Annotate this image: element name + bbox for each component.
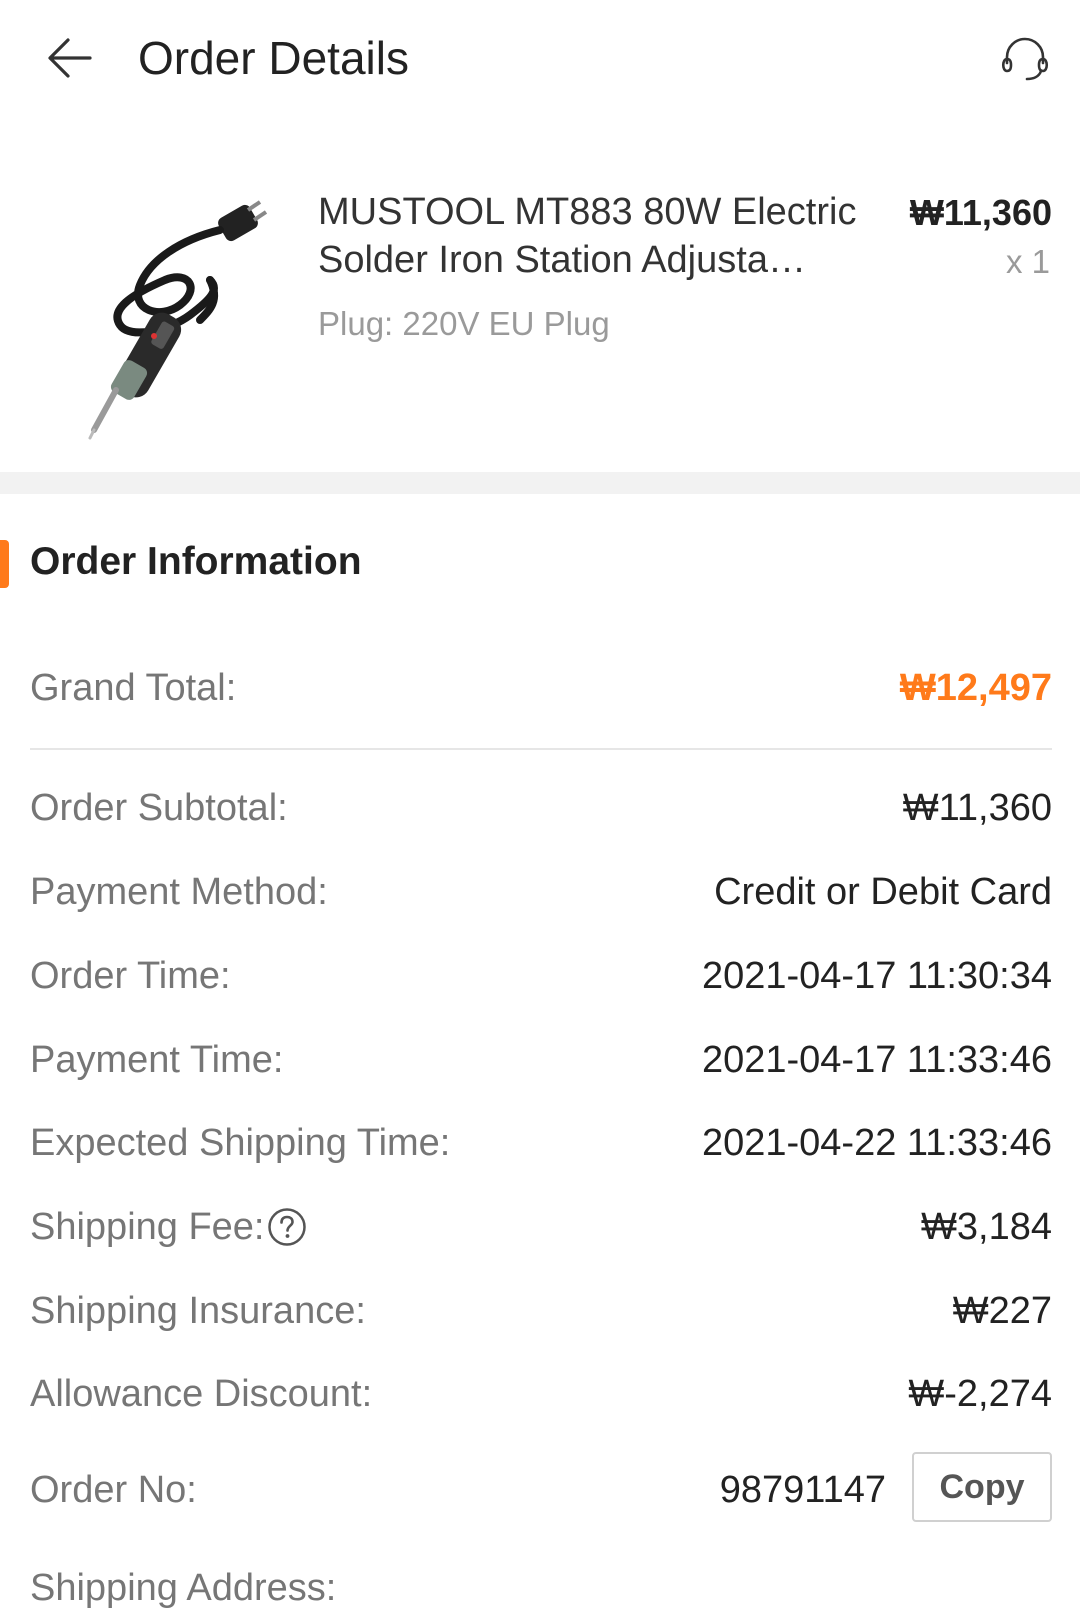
- back-button[interactable]: [40, 30, 100, 86]
- shipping-address-row: Shipping Address:: [30, 1558, 1052, 1618]
- shipping-fee-label: Shipping Fee:: [30, 1206, 265, 1248]
- order-subtotal-value: ₩11,360: [902, 787, 1052, 829]
- grand-total-value: ₩12,497: [899, 667, 1052, 709]
- allowance-discount-row: Allowance Discount: ₩-2,274: [30, 1364, 1052, 1424]
- product-quantity: x 1: [1005, 243, 1050, 280]
- product-name[interactable]: MUSTOOL MT883 80W Electric Solder Iron S…: [318, 188, 858, 284]
- product-image: [70, 190, 270, 440]
- shipping-insurance-row: Shipping Insurance: ₩227: [30, 1281, 1052, 1341]
- product-option: Plug: 220V EU Plug: [318, 305, 610, 342]
- shipping-insurance-value: ₩227: [952, 1290, 1052, 1332]
- payment-method-row: Payment Method: Credit or Debit Card: [30, 862, 1052, 922]
- order-time-row: Order Time: 2021-04-17 11:30:34: [30, 946, 1052, 1006]
- shipping-fee-row: Shipping Fee: ₩3,184: [30, 1197, 1052, 1257]
- grand-total-row: Grand Total: ₩12,497: [30, 658, 1052, 718]
- order-time-label: Order Time:: [30, 955, 231, 997]
- section-title: Order Information: [30, 540, 362, 583]
- order-number-row: Order No: 98791147 Copy: [30, 1452, 1052, 1522]
- expected-shipping-time-value: 2021-04-22 11:33:46: [701, 1122, 1052, 1164]
- product-price: ₩11,360: [909, 192, 1052, 233]
- payment-time-label: Payment Time:: [30, 1039, 284, 1081]
- copy-order-number-button[interactable]: Copy: [912, 1452, 1052, 1522]
- section-accent-bar: [0, 540, 9, 588]
- payment-method-value: Credit or Debit Card: [714, 871, 1052, 913]
- section-divider: [0, 472, 1080, 494]
- shipping-fee-value: ₩3,184: [921, 1206, 1052, 1248]
- shipping-insurance-label: Shipping Insurance:: [30, 1290, 366, 1332]
- order-number-label: Order No:: [30, 1469, 197, 1511]
- product-item[interactable]: MUSTOOL MT883 80W Electric Solder Iron S…: [0, 170, 1080, 470]
- question-circle-icon[interactable]: [267, 1207, 307, 1247]
- order-time-value: 2021-04-17 11:30:34: [701, 955, 1052, 997]
- order-subtotal-label: Order Subtotal:: [30, 787, 288, 829]
- allowance-discount-label: Allowance Discount:: [30, 1373, 373, 1415]
- shipping-address-label: Shipping Address:: [30, 1567, 337, 1609]
- divider: [30, 748, 1052, 750]
- payment-time-row: Payment Time: 2021-04-17 11:33:46: [30, 1030, 1052, 1090]
- page-title: Order Details: [138, 32, 409, 84]
- payment-method-label: Payment Method:: [30, 871, 328, 913]
- arrow-left-icon: [48, 38, 92, 78]
- order-number-value: 98791147: [719, 1469, 886, 1511]
- grand-total-label: Grand Total:: [30, 667, 237, 709]
- customer-service-button[interactable]: [996, 30, 1054, 88]
- shipping-fee-label-wrap: Shipping Fee:: [30, 1197, 307, 1257]
- expected-shipping-time-label: Expected Shipping Time:: [30, 1122, 451, 1164]
- order-subtotal-row: Order Subtotal: ₩11,360: [30, 778, 1052, 838]
- order-details-page: Order Details MUSTOOL MT883 80W Electric…: [0, 0, 1080, 1618]
- app-header: Order Details: [0, 0, 1080, 116]
- expected-shipping-time-row: Expected Shipping Time: 2021-04-22 11:33…: [30, 1113, 1052, 1173]
- payment-time-value: 2021-04-17 11:33:46: [701, 1039, 1052, 1081]
- allowance-discount-value: ₩-2,274: [908, 1373, 1052, 1415]
- headset-icon: [1001, 37, 1049, 81]
